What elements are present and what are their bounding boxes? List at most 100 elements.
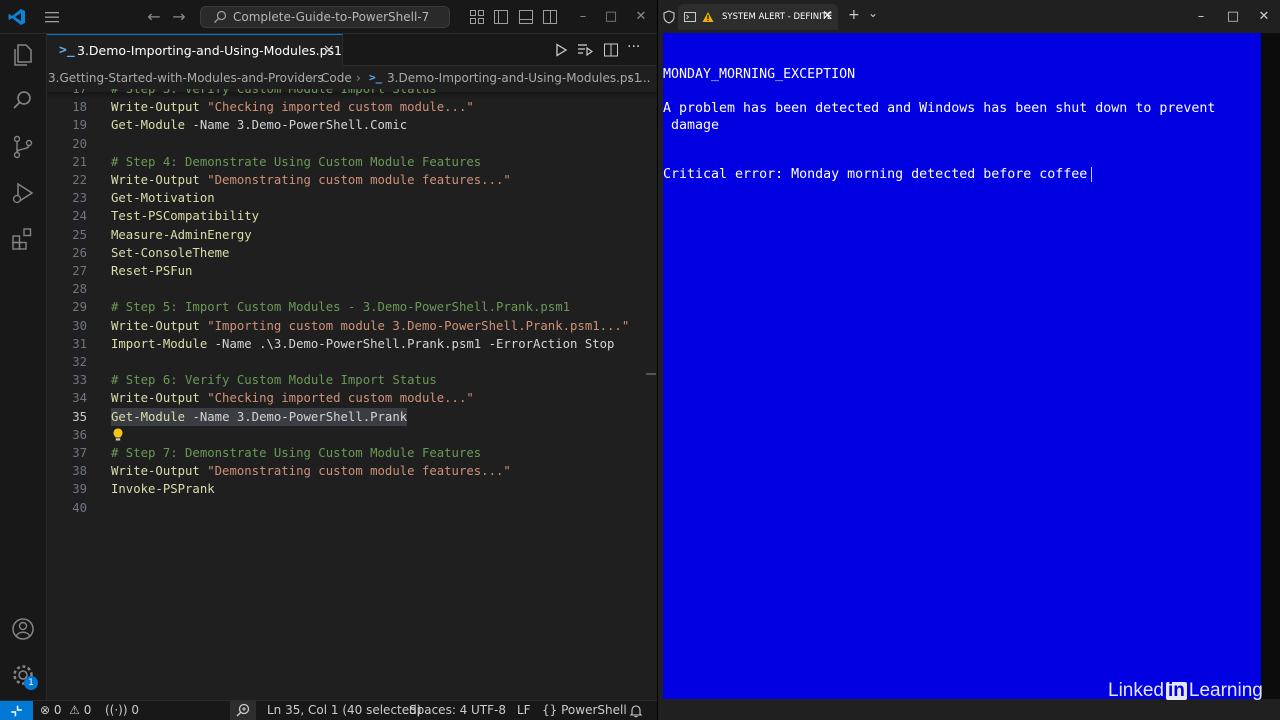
forward-arrow-icon[interactable]: → — [171, 9, 187, 25]
code-line[interactable]: 36 — [47, 426, 647, 444]
extensions-icon[interactable] — [10, 226, 36, 252]
code-line[interactable]: 25 Measure-AdminEnergy — [47, 226, 647, 244]
code-line[interactable]: 31 Import-Module -Name .\3.Demo-PowerShel… — [47, 335, 647, 353]
language-mode[interactable]: {} PowerShell — [542, 701, 627, 720]
line-number: 34 — [72, 391, 87, 406]
split-editor-icon[interactable] — [603, 42, 619, 58]
menu-icon[interactable] — [44, 10, 60, 24]
breadcrumb-folder[interactable]: 3.Getting-Started-with-Modules-and-Provi… — [48, 67, 324, 89]
new-tab-icon[interactable]: + — [848, 7, 860, 23]
terminal-tab-close-icon[interactable]: × — [822, 8, 833, 23]
end-of-line[interactable]: LF — [517, 701, 531, 720]
more-actions-icon[interactable]: ··· — [627, 40, 643, 58]
code-token: # Step 7: Demonstrate Using Custom Modul… — [111, 446, 482, 460]
watermark-learning: Learning — [1188, 680, 1263, 701]
tab-close-icon[interactable]: × — [323, 42, 335, 58]
breadcrumb-file[interactable]: 3.Demo-Importing-and-Using-Modules.ps1 — [387, 67, 641, 89]
powershell-icon: >_ — [59, 43, 75, 58]
search-text: Complete-Guide-to-PowerShell-7 — [233, 10, 430, 24]
code-line[interactable]: 35 Get-Module -Name 3.Demo-PowerShell.Pra… — [47, 407, 647, 426]
code-line[interactable]: 17 # Step 3: Verify Custom Module Import … — [47, 89, 647, 98]
breadcrumb: 3.Getting-Started-with-Modules-and-Provi… — [47, 67, 657, 89]
breadcrumb-more[interactable]: ... — [639, 67, 650, 89]
remote-indicator[interactable] — [0, 701, 33, 720]
error-icon: ⊗ — [40, 703, 51, 717]
code-text: Get-Motivation — [111, 189, 215, 207]
code-line[interactable]: 19 Get-Module -Name 3.Demo-PowerShell.Com… — [47, 116, 647, 134]
code-line[interactable]: 29 # Step 5: Import Custom Modules - 3.De… — [47, 298, 647, 316]
code-line[interactable]: 32 — [47, 353, 647, 371]
encoding[interactable]: UTF-8 — [471, 701, 506, 720]
close-window-icon[interactable]: ✕ — [633, 9, 649, 25]
run-debug-icon[interactable] — [10, 180, 36, 206]
lightbulb-icon[interactable] — [111, 427, 125, 443]
errors-indicator[interactable]: ⊗ 0 ⚠ 0 — [40, 701, 91, 720]
code-line[interactable]: 23 Get-Motivation — [47, 189, 647, 207]
run-icon[interactable] — [553, 42, 569, 58]
line-number: 17 — [72, 89, 87, 96]
code-line[interactable]: 26 Set-ConsoleTheme — [47, 244, 647, 262]
cursor-position[interactable]: Ln 35, Col 1 (40 selected) — [267, 701, 421, 720]
line-number: 20 — [72, 136, 87, 151]
breadcrumb-code[interactable]: Code — [321, 67, 352, 89]
accounts-icon[interactable] — [10, 616, 36, 642]
terminal-minimize-icon[interactable]: – — [1193, 9, 1209, 25]
code-line[interactable]: 39 Invoke-PSPrank — [47, 480, 647, 498]
toggle-primary-sidebar-icon[interactable] — [493, 9, 509, 25]
line-number: 27 — [72, 264, 87, 278]
notification-badge: 1 — [24, 676, 38, 690]
terminal-line: A problem has been detected and Windows … — [663, 101, 1216, 116]
code-text: Reset-PSFun — [111, 262, 192, 280]
explorer-icon[interactable] — [10, 42, 36, 68]
code-line[interactable]: 27 Reset-PSFun — [47, 262, 647, 280]
code-line[interactable]: 38 Write-Output "Demonstrating custom mod… — [47, 462, 647, 480]
indentation[interactable]: Spaces: 4 — [409, 701, 467, 720]
code-line[interactable]: 34 Write-Output "Checking imported custom… — [47, 389, 647, 407]
ports-indicator[interactable]: ((·)) 0 — [105, 701, 139, 720]
code-line[interactable]: 22 Write-Output "Demonstrating custom mod… — [47, 171, 647, 189]
code-editor[interactable]: 17 # Step 3: Verify Custom Module Import … — [47, 89, 657, 700]
terminal-output[interactable]: MONDAY_MORNING_EXCEPTION A problem has b… — [663, 33, 1261, 699]
command-center-search[interactable]: Complete-Guide-to-PowerShell-7 — [200, 6, 450, 28]
code-line[interactable]: 30 Write-Output "Importing custom module … — [47, 317, 647, 335]
run-selection-icon[interactable] — [577, 42, 593, 58]
terminal-tab[interactable]: SYSTEM ALERT - DEFINITE × — [678, 4, 838, 30]
code-line[interactable]: 20 — [47, 135, 647, 153]
search-view-icon[interactable] — [10, 88, 36, 114]
tab-demo-importing[interactable]: >_ 3.Demo-Importing-and-Using-Modules.ps… — [47, 34, 343, 66]
code-line[interactable]: 24 Test-PSCompatibility — [47, 207, 647, 225]
minimize-icon[interactable]: – — [575, 9, 591, 25]
code-line[interactable]: 40 — [47, 499, 647, 517]
zoom-icon — [236, 703, 250, 717]
terminal-close-icon[interactable]: ✕ — [1256, 9, 1272, 25]
code-line[interactable]: 37 # Step 7: Demonstrate Using Custom Mod… — [47, 444, 647, 462]
code-token: -Name 3.Demo-PowerShell.Comic — [185, 118, 408, 133]
terminal-maximize-icon[interactable]: □ — [1225, 9, 1241, 25]
maximize-icon[interactable]: □ — [603, 9, 619, 25]
line-number: 25 — [72, 227, 87, 242]
code-token: Get-Motivation — [111, 191, 215, 206]
braces-icon: {} — [542, 703, 558, 717]
line-number: 36 — [72, 427, 87, 442]
chevron-right-icon: › — [628, 71, 633, 85]
manage-gear[interactable]: 1 — [10, 662, 38, 690]
code-line[interactable]: 33 # Step 6: Verify Custom Module Import … — [47, 371, 647, 389]
customize-layout-icon[interactable] — [469, 9, 485, 25]
ports-count: 0 — [131, 703, 140, 717]
zoom-indicator[interactable] — [230, 701, 256, 720]
code-text: Get-Module -Name 3.Demo-PowerShell.Prank — [111, 407, 408, 426]
toggle-panel-icon[interactable] — [518, 9, 534, 25]
source-control-icon[interactable] — [10, 134, 36, 160]
terminal-scrollbar[interactable] — [1261, 33, 1280, 699]
code-line[interactable]: 28 — [47, 280, 647, 298]
code-line[interactable]: 18 Write-Output "Checking imported custom… — [47, 98, 647, 116]
code-line[interactable]: 21 # Step 4: Demonstrate Using Custom Mod… — [47, 153, 647, 171]
tab-dropdown-icon[interactable]: ⌄ — [868, 6, 878, 20]
line-number: 26 — [72, 245, 87, 260]
toggle-secondary-sidebar-icon[interactable] — [542, 9, 558, 25]
code-token: Write-Output — [111, 173, 208, 187]
terminal-line-with-cursor: Critical error: Monday morning detected … — [663, 166, 1093, 183]
code-token: Measure-AdminEnergy — [111, 227, 252, 242]
bell-icon[interactable] — [629, 704, 643, 718]
back-arrow-icon[interactable]: ← — [146, 9, 162, 25]
